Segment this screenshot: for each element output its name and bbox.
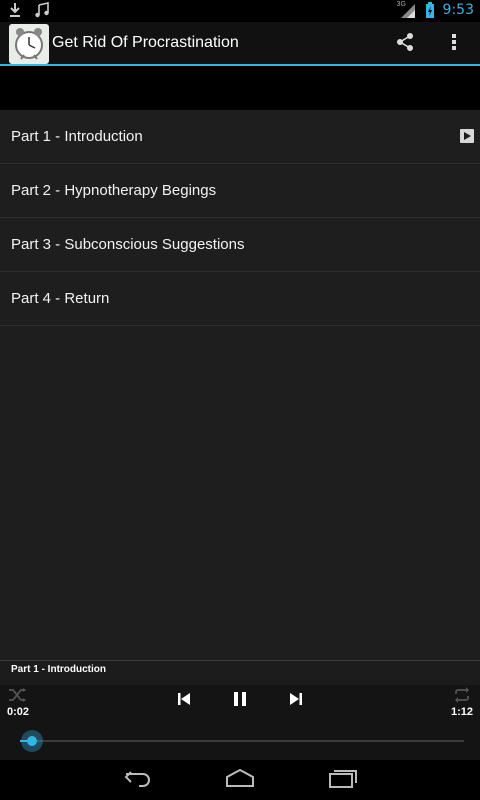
header-spacer	[0, 68, 480, 110]
now-playing-icon	[460, 129, 474, 143]
overflow-menu-button[interactable]	[438, 28, 470, 60]
navigation-bar	[0, 760, 480, 800]
track-label: Part 3 - Subconscious Suggestions	[11, 236, 245, 253]
track-item-4[interactable]: Part 4 - Return	[0, 272, 480, 326]
back-icon	[123, 768, 153, 793]
track-list: Part 1 - Introduction Part 2 - Hypnother…	[0, 110, 480, 660]
recent-apps-button[interactable]	[327, 768, 359, 792]
network-type: 3G	[396, 1, 406, 8]
shuffle-icon	[8, 687, 28, 708]
next-icon	[289, 692, 303, 711]
share-button[interactable]	[389, 28, 421, 60]
overflow-menu-icon	[451, 33, 457, 56]
repeat-icon	[453, 686, 471, 708]
total-duration: 1:12	[450, 706, 473, 718]
next-button[interactable]	[284, 689, 308, 713]
download-icon	[8, 2, 24, 18]
media-player: Part 1 - Introduction 0:02 1:12	[0, 660, 480, 761]
status-bar: 3G 9:53	[0, 0, 480, 22]
track-item-3[interactable]: Part 3 - Subconscious Suggestions	[0, 218, 480, 272]
seek-thumb[interactable]	[21, 730, 43, 752]
battery-icon	[425, 2, 435, 18]
status-time: 9:53	[442, 2, 474, 18]
music-note-icon	[34, 2, 50, 18]
track-item-2[interactable]: Part 2 - Hypnotherapy Begings	[0, 164, 480, 218]
share-icon	[394, 31, 416, 58]
recent-apps-icon	[328, 768, 358, 793]
track-label: Part 4 - Return	[11, 290, 110, 307]
home-icon	[225, 768, 255, 793]
signal-icon: 3G	[396, 1, 417, 18]
now-playing-title: Part 1 - Introduction	[11, 664, 106, 675]
previous-button[interactable]	[172, 689, 196, 713]
track-item-1[interactable]: Part 1 - Introduction	[0, 110, 480, 164]
home-button[interactable]	[224, 768, 256, 792]
track-label: Part 2 - Hypnotherapy Begings	[11, 182, 217, 199]
pause-icon	[232, 691, 248, 712]
pause-button[interactable]	[228, 689, 252, 713]
back-button[interactable]	[122, 768, 154, 792]
app-clock-icon[interactable]	[9, 24, 49, 64]
action-bar: Get Rid Of Procrastination	[0, 22, 480, 66]
seek-bar[interactable]	[20, 740, 464, 742]
previous-icon	[177, 692, 191, 711]
elapsed-time: 0:02	[7, 706, 30, 718]
app-title: Get Rid Of Procrastination	[52, 34, 239, 51]
track-label: Part 1 - Introduction	[11, 128, 143, 145]
